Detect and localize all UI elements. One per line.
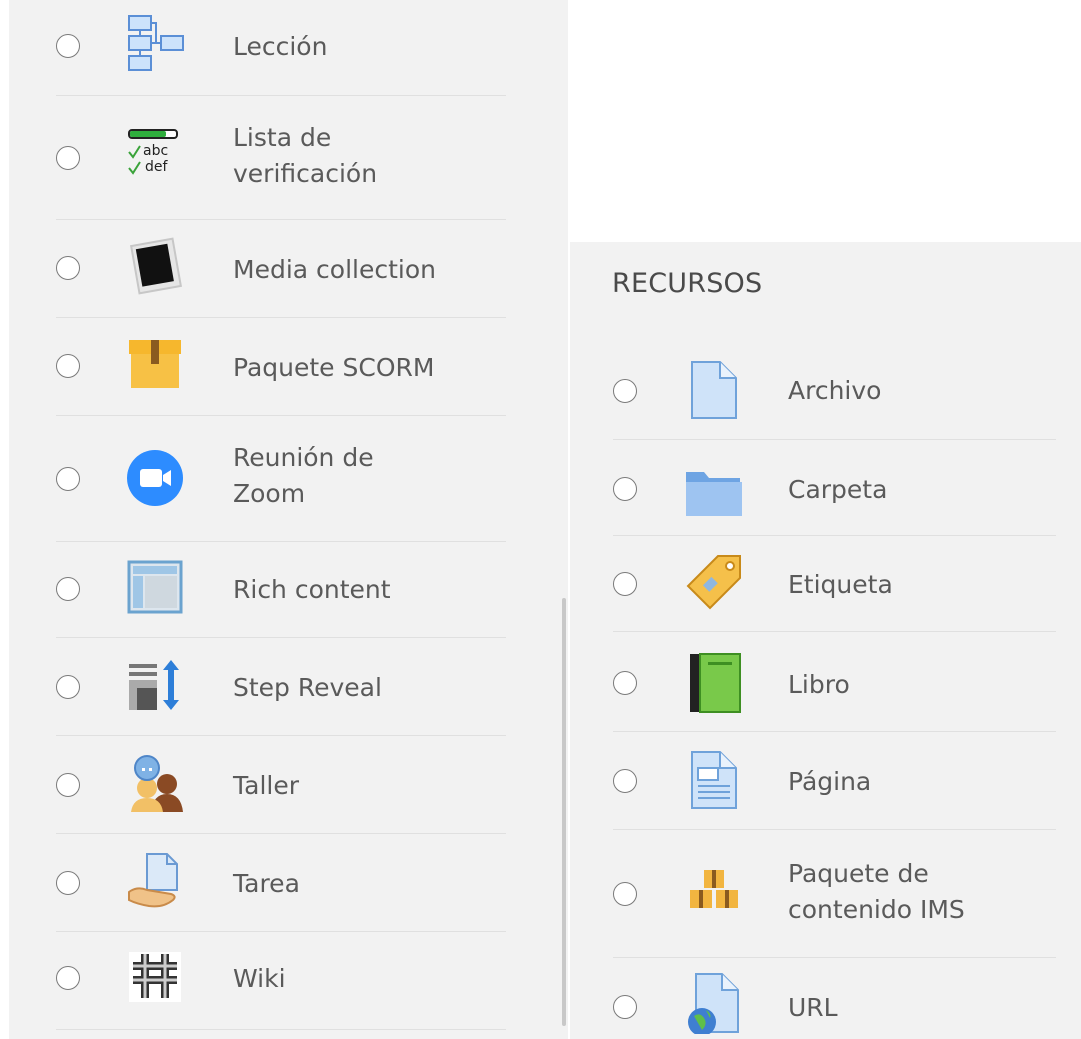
label-rich-content: Rich content <box>233 575 391 604</box>
label-lista-verificacion: Lista de verificación <box>233 123 378 188</box>
assignment-icon <box>123 848 187 912</box>
option-paquete-ims[interactable]: Paquete de contenido IMS <box>570 830 1081 958</box>
radio-paquete-scorm[interactable] <box>56 354 80 378</box>
label-leccion: Lección <box>233 32 328 61</box>
option-wiki[interactable]: Wiki <box>9 932 568 1030</box>
radio-tarea[interactable] <box>56 871 80 895</box>
separator <box>56 1029 506 1030</box>
option-taller[interactable]: Taller <box>9 736 568 834</box>
option-carpeta[interactable]: Carpeta <box>570 440 1081 536</box>
book-icon <box>682 650 746 714</box>
url-icon <box>682 970 746 1034</box>
label-taller: Taller <box>233 771 300 800</box>
label-pagina: Página <box>788 767 872 796</box>
radio-wiki[interactable] <box>56 966 80 990</box>
file-icon <box>682 358 746 422</box>
option-leccion[interactable]: Lección <box>9 0 568 96</box>
radio-libro[interactable] <box>613 671 637 695</box>
option-rich-content[interactable]: Rich content <box>9 542 568 638</box>
label-reunion-zoom: Reunión de Zoom <box>233 443 374 508</box>
option-reunion-zoom[interactable]: Reunión de Zoom <box>9 416 568 542</box>
label-step-reveal: Step Reveal <box>233 673 382 702</box>
option-archivo[interactable]: Archivo <box>570 340 1081 440</box>
radio-media-collection[interactable] <box>56 256 80 280</box>
scrollbar[interactable] <box>562 598 566 1026</box>
label-url: URL <box>788 993 838 1022</box>
radio-archivo[interactable] <box>613 379 637 403</box>
radio-leccion[interactable] <box>56 34 80 58</box>
radio-carpeta[interactable] <box>613 477 637 501</box>
option-url[interactable]: URL <box>570 958 1081 1039</box>
label-media-collection: Media collection <box>233 255 436 284</box>
radio-url[interactable] <box>613 995 637 1019</box>
workshop-icon <box>123 752 187 816</box>
radio-etiqueta[interactable] <box>613 572 637 596</box>
scorm-package-icon <box>123 332 187 396</box>
label-carpeta: Carpeta <box>788 475 888 504</box>
page-icon <box>682 748 746 812</box>
radio-taller[interactable] <box>56 773 80 797</box>
zoom-meeting-icon <box>123 446 187 510</box>
label-paquete-ims: Paquete de contenido IMS <box>788 859 965 924</box>
radio-rich-content[interactable] <box>56 577 80 601</box>
label-tag-icon <box>682 550 746 614</box>
ims-package-icon <box>682 862 746 926</box>
radio-step-reveal[interactable] <box>56 675 80 699</box>
wiki-icon <box>123 946 187 1010</box>
svg-text:def: def <box>145 159 169 175</box>
step-reveal-icon <box>123 654 187 718</box>
radio-paquete-ims[interactable] <box>613 882 637 906</box>
label-libro: Libro <box>788 670 850 699</box>
option-media-collection[interactable]: Media collection <box>9 220 568 318</box>
resources-panel: RECURSOS Archivo Carpeta Etiqueta Libro … <box>570 242 1081 1039</box>
label-paquete-scorm: Paquete SCORM <box>233 353 435 382</box>
label-wiki: Wiki <box>233 964 286 993</box>
checklist-icon: abc def <box>123 124 187 188</box>
option-tarea[interactable]: Tarea <box>9 834 568 932</box>
option-etiqueta[interactable]: Etiqueta <box>570 536 1081 632</box>
radio-lista-verificacion[interactable] <box>56 146 80 170</box>
section-title-recursos: RECURSOS <box>612 268 763 299</box>
label-etiqueta: Etiqueta <box>788 570 893 599</box>
label-archivo: Archivo <box>788 376 882 405</box>
folder-icon <box>682 458 746 522</box>
media-collection-icon <box>123 234 187 298</box>
option-step-reveal[interactable]: Step Reveal <box>9 638 568 736</box>
option-lista-verificacion[interactable]: abc def Lista de verificación <box>9 96 568 220</box>
svg-text:abc: abc <box>143 143 168 159</box>
rich-content-icon <box>123 556 187 620</box>
option-paquete-scorm[interactable]: Paquete SCORM <box>9 318 568 416</box>
radio-pagina[interactable] <box>613 769 637 793</box>
option-libro[interactable]: Libro <box>570 632 1081 732</box>
lesson-flowchart-icon <box>123 12 187 76</box>
label-tarea: Tarea <box>233 869 300 898</box>
activity-chooser-list: Lección abc def Lista de verificación Me… <box>9 0 568 1039</box>
radio-reunion-zoom[interactable] <box>56 467 80 491</box>
option-pagina[interactable]: Página <box>570 732 1081 830</box>
